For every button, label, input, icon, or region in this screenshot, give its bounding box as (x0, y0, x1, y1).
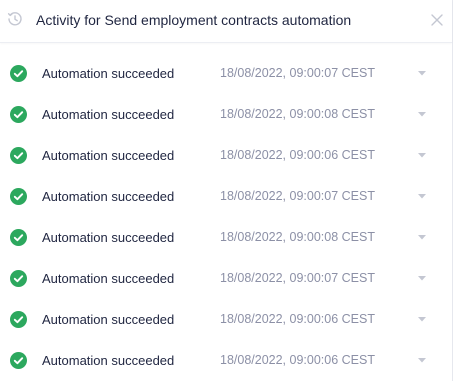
activity-timestamp: 18/08/2022, 09:00:08 CEST (220, 107, 375, 121)
activity-row[interactable]: Automation succeeded 18/08/2022, 09:00:0… (0, 299, 452, 340)
chevron-down-icon[interactable] (415, 109, 429, 119)
activity-status: Automation succeeded (42, 230, 175, 245)
activity-timestamp: 18/08/2022, 09:00:07 CEST (220, 189, 375, 203)
success-check-icon (10, 188, 27, 205)
activity-status: Automation succeeded (42, 312, 175, 327)
activity-status: Automation succeeded (42, 66, 175, 81)
success-check-icon (10, 65, 27, 82)
chevron-down-icon[interactable] (415, 68, 429, 78)
success-check-icon (10, 352, 27, 369)
success-check-icon (10, 147, 27, 164)
chevron-down-icon[interactable] (415, 273, 429, 283)
activity-row[interactable]: Automation succeeded 18/08/2022, 09:00:0… (0, 135, 452, 176)
panel-title: Activity for Send employment contracts a… (36, 12, 352, 28)
success-check-icon (10, 311, 27, 328)
chevron-down-icon[interactable] (415, 314, 429, 324)
activity-status: Automation succeeded (42, 148, 175, 163)
chevron-down-icon[interactable] (415, 191, 429, 201)
activity-status: Automation succeeded (42, 271, 175, 286)
activity-timestamp: 18/08/2022, 09:00:07 CEST (220, 66, 375, 80)
activity-timestamp: 18/08/2022, 09:00:08 CEST (220, 230, 375, 244)
activity-row[interactable]: Automation succeeded 18/08/2022, 09:00:0… (0, 94, 452, 135)
activity-row[interactable]: Automation succeeded 18/08/2022, 09:00:0… (0, 53, 452, 94)
activity-status: Automation succeeded (42, 353, 175, 368)
activity-row[interactable]: Automation succeeded 18/08/2022, 09:00:0… (0, 217, 452, 258)
success-check-icon (10, 270, 27, 287)
activity-row[interactable]: Automation succeeded 18/08/2022, 09:00:0… (0, 258, 452, 299)
panel-header: Activity for Send employment contracts a… (0, 0, 452, 43)
close-icon[interactable] (430, 13, 444, 27)
chevron-down-icon[interactable] (415, 355, 429, 365)
activity-timestamp: 18/08/2022, 09:00:06 CEST (220, 353, 375, 367)
history-icon (7, 12, 22, 26)
activity-timestamp: 18/08/2022, 09:00:07 CEST (220, 271, 375, 285)
activity-row[interactable]: Automation succeeded 18/08/2022, 09:00:0… (0, 176, 452, 217)
activity-status: Automation succeeded (42, 107, 175, 122)
activity-timestamp: 18/08/2022, 09:00:06 CEST (220, 148, 375, 162)
success-check-icon (10, 229, 27, 246)
activity-panel: Activity for Send employment contracts a… (0, 0, 453, 381)
activity-timestamp: 18/08/2022, 09:00:06 CEST (220, 312, 375, 326)
activity-status: Automation succeeded (42, 189, 175, 204)
chevron-down-icon[interactable] (415, 150, 429, 160)
chevron-down-icon[interactable] (415, 232, 429, 242)
success-check-icon (10, 106, 27, 123)
activity-row[interactable]: Automation succeeded 18/08/2022, 09:00:0… (0, 340, 452, 381)
